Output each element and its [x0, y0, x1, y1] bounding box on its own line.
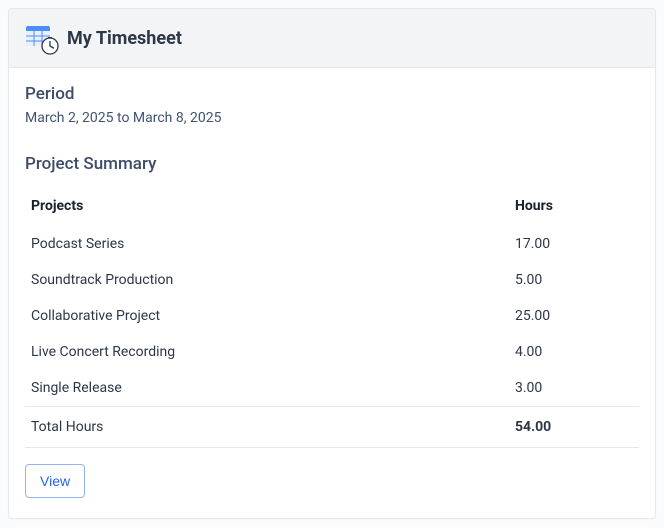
period-section: Period March 2, 2025 to March 8, 2025 [25, 84, 639, 126]
view-button[interactable]: View [25, 464, 85, 498]
project-summary-section: Project Summary Projects Hours Podcast S… [25, 154, 639, 448]
card-title: My Timesheet [67, 28, 182, 49]
total-label: Total Hours [25, 407, 509, 448]
card-body: Period March 2, 2025 to March 8, 2025 Pr… [9, 68, 655, 518]
project-hours: 17.00 [509, 226, 639, 262]
card-header: My Timesheet [9, 9, 655, 68]
col-hours: Hours [509, 190, 639, 226]
project-hours: 5.00 [509, 262, 639, 298]
col-projects: Projects [25, 190, 509, 226]
table-row: Podcast Series17.00 [25, 226, 639, 262]
project-hours: 3.00 [509, 370, 639, 407]
period-label: Period [25, 84, 639, 104]
project-name: Live Concert Recording [25, 334, 509, 370]
project-hours: 25.00 [509, 298, 639, 334]
project-name: Podcast Series [25, 226, 509, 262]
project-name: Single Release [25, 370, 509, 407]
table-row: Single Release3.00 [25, 370, 639, 407]
period-value: March 2, 2025 to March 8, 2025 [25, 110, 639, 126]
project-name: Collaborative Project [25, 298, 509, 334]
project-hours: 4.00 [509, 334, 639, 370]
summary-table: Projects Hours Podcast Series17.00Soundt… [25, 190, 639, 448]
table-row: Collaborative Project25.00 [25, 298, 639, 334]
project-name: Soundtrack Production [25, 262, 509, 298]
total-value: 54.00 [509, 407, 639, 448]
timesheet-card: My Timesheet Period March 2, 2025 to Mar… [8, 8, 656, 519]
actions-row: View [25, 464, 639, 498]
summary-title: Project Summary [25, 154, 639, 174]
timesheet-icon [25, 23, 55, 53]
table-row: Live Concert Recording4.00 [25, 334, 639, 370]
table-row: Soundtrack Production5.00 [25, 262, 639, 298]
table-separator [25, 448, 639, 449]
total-row: Total Hours54.00 [25, 407, 639, 448]
